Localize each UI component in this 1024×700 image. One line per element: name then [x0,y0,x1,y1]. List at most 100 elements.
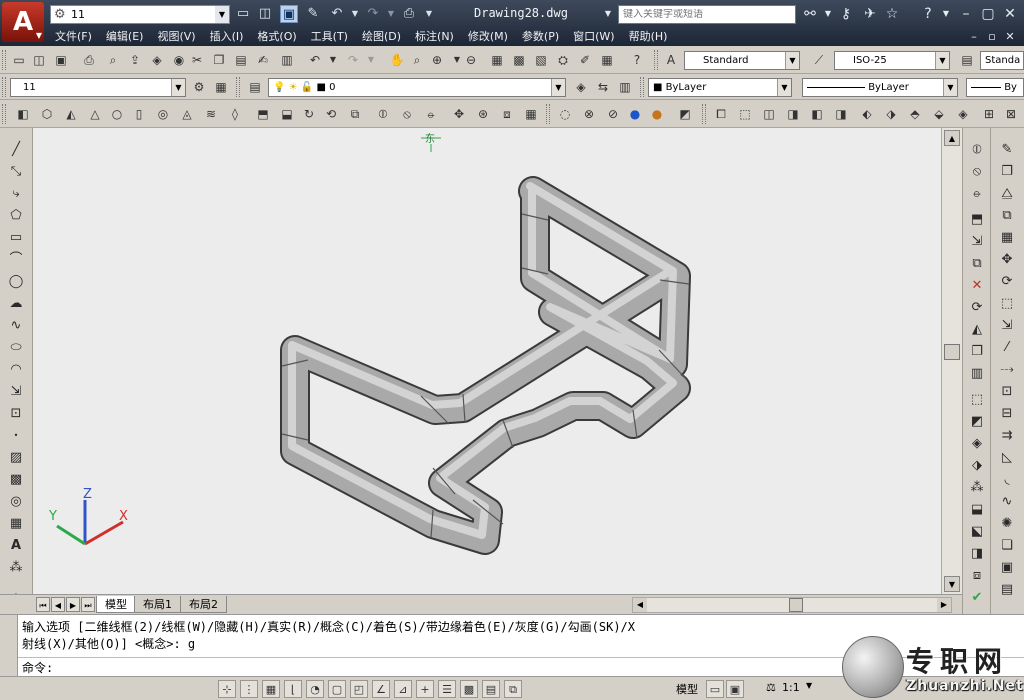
separate-icon[interactable]: ⁂ [966,478,988,498]
print-icon[interactable]: ⎙ [400,5,418,23]
construction-line-icon[interactable]: ⤡ [5,162,27,182]
zoom-window-icon[interactable]: ⊕ [428,51,446,69]
model-viewport[interactable]: Z X Y 东 [33,128,941,594]
last-tab-icon[interactable]: ⏭ [81,597,95,612]
redo-icon[interactable]: ↷ [344,51,362,69]
intersect-icon[interactable]: ⦵ [966,184,988,204]
menu-tools[interactable]: 工具(T) [304,28,355,46]
toolbar-grip[interactable] [546,104,550,124]
ortho-mode-icon[interactable]: ⌊ [284,680,302,698]
viewcube-marker[interactable]: 东 [421,132,441,152]
3d-wireframe-icon[interactable]: ⊗ [580,105,598,123]
save-as-icon[interactable]: ✎ [304,5,322,23]
match-properties-icon[interactable]: ✍ [254,51,272,69]
table-icon[interactable]: ▦ [5,514,27,534]
first-tab-icon[interactable]: ⏮ [36,597,50,612]
menu-format[interactable]: 格式(O) [250,28,303,46]
dimension-style-dropdown[interactable]: ISO-25 ▼ [834,51,950,70]
subtract-icon[interactable]: ⦸ [398,105,416,123]
calculator-icon[interactable]: ▦ [598,51,616,69]
copy-faces-icon[interactable]: ❐ [966,342,988,362]
doc-minimize-icon[interactable]: – [966,30,982,44]
menu-window[interactable]: 窗口(W) [566,28,621,46]
move-icon[interactable]: ✥ [996,250,1018,270]
design-center-icon[interactable]: ▩ [510,51,528,69]
menu-file[interactable]: 文件(F) [48,28,99,46]
preview-icon[interactable]: ⌕ [104,51,122,69]
object-snap-tracking-icon[interactable]: ∠ [372,680,390,698]
3d-align-icon[interactable]: ⧈ [498,105,516,123]
layer-properties-icon[interactable]: ▤ [246,78,264,96]
break-icon[interactable]: ⊟ [996,404,1018,424]
properties-icon[interactable]: ▦ [488,51,506,69]
menu-help[interactable]: 帮助(H) [622,28,675,46]
command-window-handle[interactable] [0,615,18,677]
minimize-icon[interactable]: – [956,5,976,23]
application-menu-button[interactable]: A ▼ [2,2,44,42]
dynamic-ucs-icon[interactable]: ⊿ [394,680,412,698]
snap-mode-icon[interactable]: ⋮ [240,680,258,698]
customize-icon[interactable]: ▦ [212,78,230,96]
chevron-down-icon[interactable]: ▼ [598,5,618,23]
pipe-solid[interactable] [280,176,691,555]
polar-tracking-icon[interactable]: ◔ [306,680,324,698]
revolve-icon[interactable]: ⟲ [322,105,340,123]
check-mark-icon[interactable]: ✔ [966,588,988,608]
union-icon[interactable]: ⦶ [374,105,392,123]
intersect-icon[interactable]: ⦵ [422,105,440,123]
hatch-icon[interactable]: ▨ [5,448,27,468]
table-style-icon[interactable]: ▤ [958,51,976,69]
color-dropdown[interactable]: ■ ByLayer ▼ [648,78,792,97]
toolbar-grip[interactable] [702,104,706,124]
add-selected-icon[interactable]: ⁂ [5,558,27,578]
drawing-area[interactable]: Z X Y 东 [33,128,941,594]
workspace-dropdown[interactable]: ⚙ 11 ▼ [50,5,230,24]
rotate-icon[interactable]: ⟳ [996,272,1018,292]
clean-icon[interactable]: ⬗ [966,456,988,476]
transparency-icon[interactable]: ▩ [460,680,478,698]
region-icon[interactable]: ◎ [5,492,27,512]
search-input[interactable] [623,9,793,20]
chevron-down-icon[interactable]: ▼ [362,51,380,69]
new-icon[interactable]: ▭ [10,51,28,69]
color-faces-icon[interactable]: ▥ [966,364,988,384]
hidden-icon[interactable]: ⊘ [604,105,622,123]
ellipse-arc-icon[interactable]: ◠ [5,360,27,380]
next-tab-icon[interactable]: ▶ [66,597,80,612]
object-snap-icon[interactable]: ▢ [328,680,346,698]
check-icon[interactable]: ⬕ [966,522,988,542]
workspace-combo[interactable]: 11 ▼ [10,78,186,97]
annotation-scale-value[interactable]: 1:1 [782,681,800,694]
wedge-icon[interactable]: ◭ [62,105,80,123]
box-icon[interactable]: ⬡ [38,105,56,123]
satellite-icon[interactable]: ✈ [860,5,880,23]
gradient-icon[interactable]: ▩ [5,470,27,490]
se-isometric-icon[interactable]: ⬗ [882,105,900,123]
make-block-icon[interactable]: ⊡ [5,404,27,424]
view-top-icon[interactable]: ⧠ [712,105,730,123]
realistic-icon[interactable]: ● [626,105,644,123]
command-input[interactable] [60,661,761,675]
scroll-left-icon[interactable]: ◀ [633,598,647,612]
undo-icon[interactable]: ↶ [328,5,346,23]
fillet-icon[interactable]: ◟ [996,470,1018,490]
grid-display-icon[interactable]: ▦ [262,680,280,698]
layer-previous-icon[interactable]: ⇆ [594,78,612,96]
nw-isometric-icon[interactable]: ⬙ [930,105,948,123]
imprint-icon[interactable]: ◈ [966,434,988,454]
array-icon[interactable]: ▦ [996,228,1018,248]
toolbar-grip[interactable] [2,50,6,70]
blend-curves-icon[interactable]: ∿ [996,492,1018,512]
layer-dropdown[interactable]: 💡 ☀ 🔓 ■ 0 ▼ [268,78,566,97]
stretch-icon[interactable]: ⇲ [996,316,1018,336]
model-space-label[interactable]: 模型 [676,681,698,697]
save-icon[interactable]: ▣ [280,5,298,23]
help-icon[interactable]: ? [918,5,938,23]
doc-close-icon[interactable]: ✕ [1002,30,1018,44]
undo-icon[interactable]: ↶ [306,51,324,69]
union-icon[interactable]: ⦶ [966,140,988,160]
ellipse-icon[interactable]: ⬭ [5,338,27,358]
menu-edit[interactable]: 编辑(E) [99,28,151,46]
chevron-down-icon[interactable]: ▼ [420,5,438,23]
table-style-dropdown[interactable]: Standa [980,51,1024,70]
